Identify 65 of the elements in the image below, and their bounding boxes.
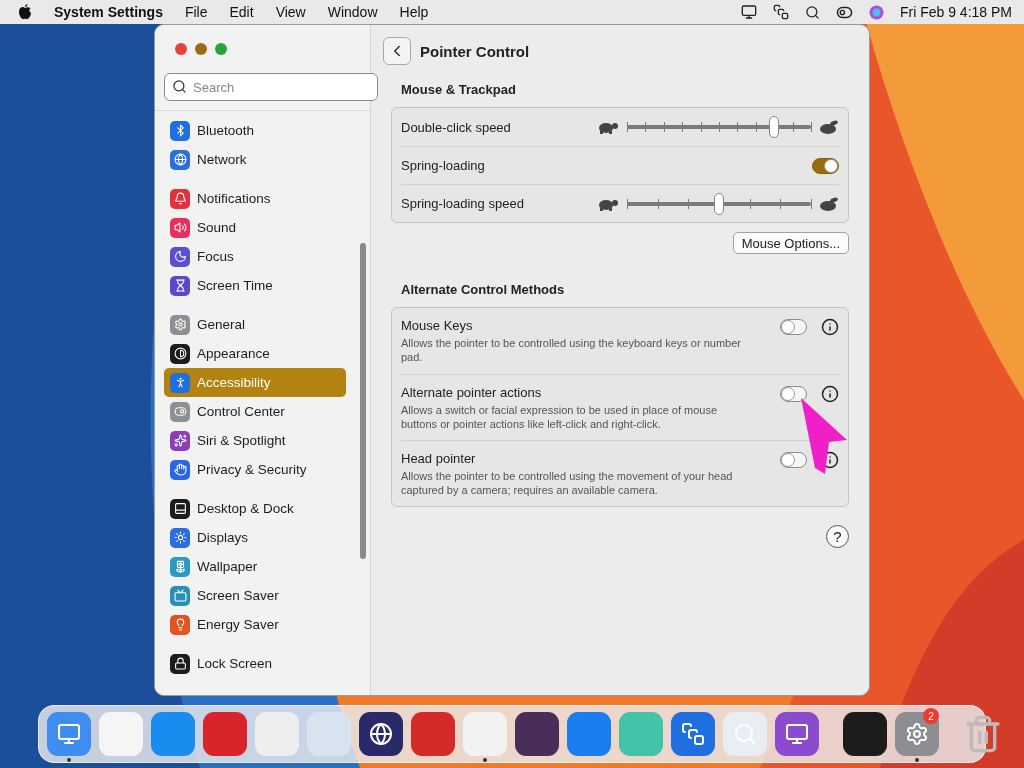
- sidebar-item[interactable]: General: [164, 310, 346, 339]
- sidebar-item[interactable]: Desktop & Dock: [164, 494, 346, 523]
- sidebar-item[interactable]: Energy Saver: [164, 610, 346, 639]
- sidebar-item[interactable]: Control Center: [164, 397, 346, 426]
- close-button[interactable]: [175, 43, 187, 55]
- row-description: Allows the pointer to be controlled using the keyboard keys or number pad.: [401, 336, 741, 364]
- menu-item[interactable]: Edit: [229, 4, 254, 20]
- sidebar-item[interactable]: Wallpaper: [164, 552, 346, 581]
- apple-logo-icon[interactable]: [18, 4, 32, 20]
- row-label: Spring-loading speed: [401, 196, 524, 211]
- sidebar-item[interactable]: Sound: [164, 213, 346, 242]
- sidebar-item[interactable]: Screen Time: [164, 271, 346, 300]
- info-icon[interactable]: [821, 318, 839, 336]
- finder-icon[interactable]: [47, 712, 91, 756]
- sidebar-item[interactable]: Appearance: [164, 339, 346, 368]
- sidebar-item[interactable]: Privacy & Security: [164, 455, 346, 484]
- sidebar-item[interactable]: Displays: [164, 523, 346, 552]
- windows-icon[interactable]: [772, 4, 789, 20]
- help-button[interactable]: ?: [826, 525, 849, 548]
- turtle-icon: [597, 120, 619, 134]
- display-icon[interactable]: [740, 4, 757, 20]
- section-heading: Mouse & Trackpad: [401, 82, 517, 97]
- scrollbar[interactable]: [360, 243, 366, 559]
- search-icon[interactable]: [804, 4, 820, 20]
- browser-icon[interactable]: [359, 712, 403, 756]
- row-label: Spring-loading: [401, 158, 485, 173]
- row-label: Double-click speed: [401, 119, 511, 135]
- info-icon[interactable]: [821, 385, 839, 403]
- zoom-button[interactable]: [215, 43, 227, 55]
- notification-badge: 2: [923, 708, 939, 724]
- gear-icon[interactable]: [895, 712, 939, 756]
- toggle-switch[interactable]: [812, 157, 839, 174]
- toggle-switch[interactable]: [780, 386, 807, 402]
- copy-icon[interactable]: [671, 712, 715, 756]
- sidebar-item[interactable]: Network: [164, 145, 346, 174]
- row-label: Mouse Keys: [401, 318, 473, 333]
- sidebar-item[interactable]: Notifications: [164, 184, 346, 213]
- section-heading: Alternate Control Methods: [401, 282, 566, 297]
- monitor-icon[interactable]: [775, 712, 819, 756]
- orb-icon[interactable]: [868, 4, 884, 20]
- row-label: Alternate pointer actions: [401, 385, 542, 400]
- menu-clock[interactable]: Fri Feb 9 4:18 PM: [899, 4, 1012, 20]
- page-title: Pointer Control: [420, 42, 530, 60]
- app-menu[interactable]: System Settings: [54, 4, 163, 20]
- menu-item[interactable]: Help: [399, 4, 429, 20]
- sidebar-item[interactable]: Lock Screen: [164, 649, 346, 678]
- row-label: Head pointer: [401, 451, 476, 466]
- slider-thumb[interactable]: [769, 116, 780, 138]
- sidebar-item[interactable]: Bluetooth: [164, 116, 346, 145]
- sidebar-item[interactable]: Siri & Spotlight: [164, 426, 346, 455]
- row-description: Allows a switch or facial expression to be used in place of mouse buttons or pointer actions like left-click and right-click.: [401, 403, 719, 431]
- toggle-switch[interactable]: [780, 452, 807, 468]
- mouse-options-button[interactable]: Mouse Options...: [732, 232, 849, 254]
- menu-item[interactable]: File: [184, 4, 208, 20]
- back-button[interactable]: [383, 37, 411, 65]
- search-icon: [172, 79, 187, 94]
- slider-thumb[interactable]: [714, 192, 724, 215]
- menu-item[interactable]: View: [275, 4, 306, 20]
- sidebar-item[interactable]: Screen Saver: [164, 581, 346, 610]
- menu-item[interactable]: Window: [327, 4, 378, 20]
- toggle-switch[interactable]: [780, 319, 807, 335]
- row-description: Allows the pointer to be controlled using the movement of your head captured by a camera; requires an available camera.: [401, 469, 734, 497]
- minimize-button[interactable]: [195, 43, 207, 55]
- sidebar-item[interactable]: Focus: [164, 242, 346, 271]
- search-field[interactable]: Search: [164, 73, 378, 101]
